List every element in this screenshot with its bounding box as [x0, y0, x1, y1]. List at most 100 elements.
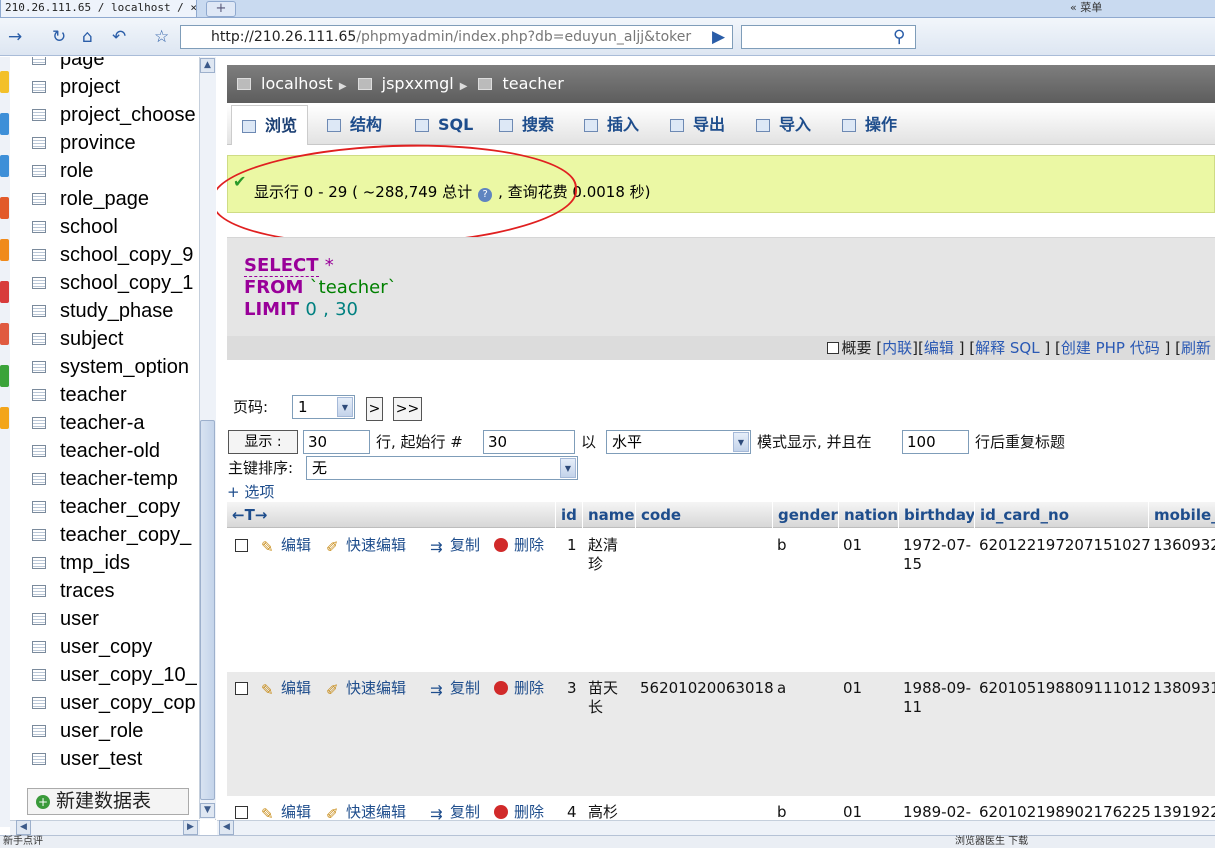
edit-link[interactable]: ✎ 编辑: [261, 536, 311, 556]
sidebar-item-table[interactable]: school_copy_1: [32, 269, 193, 297]
sidebar-item-table[interactable]: teacher-a: [32, 409, 145, 437]
browser-tab[interactable]: 210.26.111.65 / localhost / ×: [0, 0, 197, 18]
scroll-left-icon[interactable]: ◀: [219, 820, 234, 835]
sidebar-item-table[interactable]: study_phase: [32, 297, 173, 325]
table-icon[interactable]: [32, 333, 46, 345]
row-checkbox[interactable]: [235, 806, 248, 819]
copy-link[interactable]: ⇉ 复制: [430, 536, 480, 556]
profiling-checkbox[interactable]: [827, 342, 840, 354]
sidebar-item-table[interactable]: role: [32, 157, 93, 185]
strip-icon[interactable]: [0, 407, 9, 429]
table-icon[interactable]: [32, 193, 46, 205]
row-checkbox[interactable]: [235, 539, 248, 552]
sidebar-item-table[interactable]: teacher_copy_: [32, 521, 191, 549]
copy-link[interactable]: ⇉ 复制: [430, 679, 480, 699]
scroll-left-icon[interactable]: ◀: [16, 820, 31, 835]
sidebar-item-table[interactable]: page: [32, 57, 105, 73]
tab-import[interactable]: 导入: [756, 105, 811, 145]
column-header-id-card-no[interactable]: id_card_no: [974, 502, 1148, 528]
sidebar-item-table[interactable]: user_role: [32, 717, 143, 745]
table-icon[interactable]: [32, 557, 46, 569]
table-icon[interactable]: [32, 445, 46, 457]
display-mode-select[interactable]: 水平 ▼: [606, 430, 751, 454]
new-table-button[interactable]: + 新建数据表: [27, 788, 189, 815]
sidebar-item-table[interactable]: school: [32, 213, 118, 241]
sidebar-item-table[interactable]: teacher-old: [32, 437, 160, 465]
tab-export[interactable]: 导出: [670, 105, 725, 145]
table-icon[interactable]: [32, 417, 46, 429]
home-icon[interactable]: ⌂: [82, 27, 93, 47]
strip-icon[interactable]: [0, 239, 9, 261]
browser-menu-button[interactable]: « 菜单: [1070, 0, 1215, 18]
table-icon[interactable]: [32, 473, 46, 485]
scroll-right-icon[interactable]: ▶: [183, 820, 198, 835]
tab-browse[interactable]: 浏览: [231, 105, 309, 145]
undo-icon[interactable]: ↶: [112, 27, 126, 47]
breadcrumb-db[interactable]: jspxxmgl: [382, 74, 454, 93]
repeat-headers-input[interactable]: 100: [902, 430, 969, 454]
sidebar-item-table[interactable]: project_choose: [32, 101, 196, 129]
quick-edit-link[interactable]: ✐ 快速编辑: [326, 679, 406, 699]
column-header-mobile[interactable]: mobile_: [1148, 502, 1215, 528]
breadcrumb-server[interactable]: localhost: [261, 74, 333, 93]
table-icon[interactable]: [32, 641, 46, 653]
table-icon[interactable]: [32, 669, 46, 681]
sidebar-item-table[interactable]: user: [32, 605, 99, 633]
column-header-birthday[interactable]: birthday: [898, 502, 975, 528]
sidebar-item-table[interactable]: user_copy_10_: [32, 661, 197, 689]
table-icon[interactable]: [32, 81, 46, 93]
column-header-gender[interactable]: gender: [772, 502, 838, 528]
sql-keyword[interactable]: SELECT: [244, 255, 319, 277]
table-icon[interactable]: [32, 221, 46, 233]
breadcrumb-table[interactable]: teacher: [502, 74, 563, 93]
sidebar-scroll-thumb[interactable]: [200, 420, 215, 800]
sidebar-item-table[interactable]: province: [32, 129, 136, 157]
search-icon[interactable]: ⚲: [893, 27, 905, 47]
strip-icon[interactable]: [0, 155, 9, 177]
sidebar-item-table[interactable]: traces: [32, 577, 114, 605]
sidebar-item-table[interactable]: project: [32, 73, 120, 101]
sidebar-item-table[interactable]: tmp_ids: [32, 549, 130, 577]
address-bar[interactable]: http://210.26.111.65/phpmyadmin/index.ph…: [180, 25, 733, 49]
sidebar-item-table[interactable]: teacher-temp: [32, 465, 178, 493]
delete-link[interactable]: 删除: [494, 536, 544, 555]
refresh-link[interactable]: 刷新: [1181, 339, 1211, 357]
strip-icon[interactable]: [0, 281, 9, 303]
last-page-button[interactable]: >>: [393, 397, 422, 421]
sidebar-item-table[interactable]: teacher: [32, 381, 127, 409]
strip-icon[interactable]: [0, 323, 9, 345]
tab-sql[interactable]: SQL: [415, 105, 473, 145]
sidebar-item-table[interactable]: teacher_copy: [32, 493, 180, 521]
browser-search-box[interactable]: [741, 25, 916, 49]
table-icon[interactable]: [32, 389, 46, 401]
table-icon[interactable]: [32, 585, 46, 597]
strip-icon[interactable]: [0, 197, 9, 219]
quick-edit-link[interactable]: ✐ 快速编辑: [326, 803, 406, 820]
table-icon[interactable]: [32, 725, 46, 737]
quick-edit-link[interactable]: ✐ 快速编辑: [326, 536, 406, 556]
refresh-icon[interactable]: ↻: [52, 27, 66, 47]
table-icon[interactable]: [32, 249, 46, 261]
scroll-down-icon[interactable]: ▼: [200, 803, 215, 818]
forward-arrow-icon[interactable]: →: [8, 27, 22, 47]
scroll-up-icon[interactable]: ▲: [200, 58, 215, 73]
copy-link[interactable]: ⇉ 复制: [430, 803, 480, 820]
strip-icon[interactable]: [0, 365, 9, 387]
column-arrows[interactable]: ←T→: [227, 502, 555, 528]
table-icon[interactable]: [32, 529, 46, 541]
delete-link[interactable]: 删除: [494, 803, 544, 820]
sidebar-item-table[interactable]: user_copy_cop: [32, 689, 196, 717]
start-row-input[interactable]: 30: [483, 430, 575, 454]
table-icon[interactable]: [32, 109, 46, 121]
column-header-nation[interactable]: nation: [838, 502, 898, 528]
sidebar-item-table[interactable]: school_copy_9: [32, 241, 193, 269]
show-button[interactable]: 显示 :: [228, 430, 298, 454]
next-page-button[interactable]: >: [366, 397, 383, 421]
edit-sql-link[interactable]: 编辑: [924, 339, 954, 357]
edit-link[interactable]: ✎ 编辑: [261, 679, 311, 699]
main-horizontal-scrollbar[interactable]: [217, 820, 1215, 835]
options-toggle[interactable]: + 选项: [227, 481, 274, 502]
table-icon[interactable]: [32, 361, 46, 373]
sidebar-item-table[interactable]: subject: [32, 325, 123, 353]
delete-link[interactable]: 删除: [494, 679, 544, 698]
